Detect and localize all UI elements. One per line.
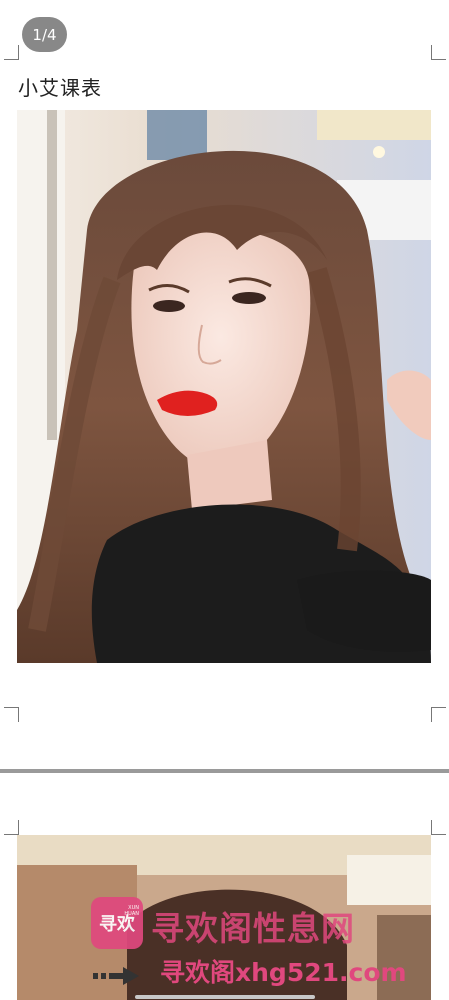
- crop-mark-top-right: [431, 45, 446, 60]
- portrait-photo-image: [17, 110, 431, 663]
- crop-mark-top-left-page2: [4, 820, 19, 835]
- crop-mark-top-right-page2: [431, 820, 446, 835]
- page-divider: [0, 769, 449, 773]
- document-viewer: 1/4 小艾课表 寻欢 XUN HUAN 寻欢阁性息网 寻欢阁xhg521.co…: [0, 0, 449, 1000]
- home-indicator[interactable]: [135, 995, 315, 999]
- crop-mark-bottom-left: [4, 707, 19, 722]
- portrait-photo[interactable]: [17, 110, 431, 663]
- watermark-logo: 寻欢 XUN HUAN: [91, 897, 143, 949]
- crop-mark-top-left: [4, 45, 19, 60]
- watermark-site-url: 寻欢阁xhg521.com: [160, 958, 407, 987]
- right-arrow-icon: [93, 967, 139, 985]
- watermark-logo-small: XUN HUAN: [124, 905, 139, 917]
- watermark-site-name: 寻欢阁性息网: [151, 909, 355, 948]
- page-counter-badge: 1/4: [22, 17, 67, 52]
- watermark-logo-small-bottom: HUAN: [124, 911, 139, 917]
- crop-mark-bottom-right: [431, 707, 446, 722]
- document-title: 小艾课表: [18, 76, 102, 100]
